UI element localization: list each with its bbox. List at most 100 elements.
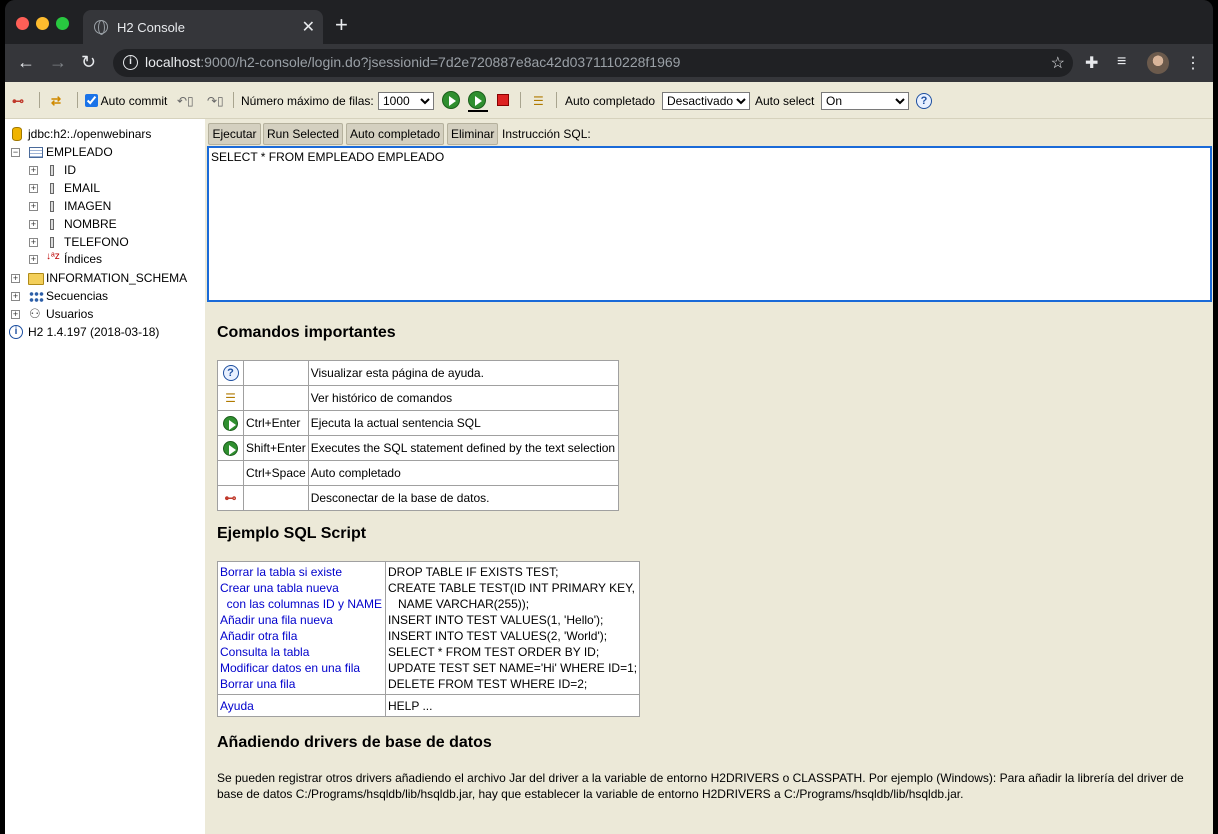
example-link[interactable]: Añadir otra fila: [220, 628, 383, 644]
max-rows-select[interactable]: 1000: [378, 92, 434, 110]
extensions-puzzle-icon[interactable]: ✚: [1085, 53, 1098, 73]
database-icon: [12, 127, 22, 141]
tab-strip: H2 Console ✕ +: [5, 0, 1213, 44]
new-tab-button[interactable]: +: [335, 14, 348, 36]
table-row: ⊷ Desconectar de la base de datos.: [217, 485, 619, 511]
run-button[interactable]: Ejecutar: [208, 123, 261, 145]
toolbar-separator: [233, 92, 234, 108]
menu-kebab-icon[interactable]: ⋮: [1185, 53, 1201, 73]
console-toolbar: ⊷ ⇄ Auto commit ↶▯ ↷▯ Número máximo de f…: [5, 82, 1213, 119]
run-icon[interactable]: [223, 415, 238, 431]
expand-icon[interactable]: +: [29, 166, 38, 175]
help-icon[interactable]: ?: [916, 93, 932, 109]
rollback-icon[interactable]: ↶▯: [177, 91, 194, 111]
column-icon: [50, 201, 54, 212]
collapse-icon[interactable]: −: [11, 148, 20, 157]
info-icon: i: [9, 325, 23, 339]
toolbar-separator: [77, 92, 78, 108]
bookmark-star-icon[interactable]: ☆: [1051, 53, 1065, 73]
example-link[interactable]: Consulta la tabla: [220, 644, 383, 660]
back-arrow-icon[interactable]: ←: [17, 53, 35, 71]
sql-label: Instrucción SQL:: [502, 127, 591, 141]
table-row: Ctrl+Space Auto completado: [217, 460, 619, 486]
site-info-icon[interactable]: i: [123, 55, 138, 70]
globe-icon: [94, 20, 108, 35]
drivers-heading: Añadiendo drivers de base de datos: [217, 734, 492, 751]
history-icon[interactable]: ☰: [533, 91, 544, 111]
autocomplete-select[interactable]: Desactivado: [662, 92, 750, 110]
table-row: ? Visualizar esta página de ayuda.: [217, 360, 619, 386]
expand-icon[interactable]: +: [11, 274, 20, 283]
help-icon[interactable]: ?: [222, 365, 239, 381]
example-link[interactable]: Borrar la tabla si existe: [220, 564, 383, 580]
forward-arrow-icon[interactable]: →: [49, 53, 67, 71]
max-rows-label: Número máximo de filas:: [241, 94, 374, 108]
autocomplete-label: Auto completado: [565, 94, 656, 108]
reload-icon[interactable]: ↻: [81, 53, 96, 71]
autocomplete-select-wrap: Desactivado: [662, 91, 750, 111]
url-text[interactable]: localhost:9000/h2-console/login.do?jsess…: [145, 54, 680, 70]
sql-line: SELECT * FROM TEST ORDER BY ID;: [388, 645, 600, 659]
media-playlist-icon[interactable]: ≡: [1117, 53, 1126, 71]
close-tab-icon[interactable]: ✕: [302, 17, 315, 37]
address-bar[interactable]: i localhost:9000/h2-console/login.do?jse…: [113, 49, 1073, 77]
example-link[interactable]: Borrar una fila: [220, 676, 383, 692]
maximize-window-button[interactable]: [56, 17, 69, 30]
autoselect-select[interactable]: On: [821, 92, 909, 110]
commit-icon[interactable]: ↷▯: [207, 91, 224, 111]
script-heading: Ejemplo SQL Script: [217, 525, 367, 542]
run-selected-icon[interactable]: [468, 91, 488, 112]
clear-button[interactable]: Eliminar: [447, 123, 498, 145]
table-row: Shift+Enter Executes the SQL statement d…: [217, 435, 619, 461]
toolbar-separator: [520, 92, 521, 108]
column-icon: [50, 219, 54, 230]
sql-line: DROP TABLE IF EXISTS TEST;: [388, 565, 559, 579]
example-link[interactable]: Crear una tabla nueva: [220, 580, 383, 596]
run-selected-icon[interactable]: [223, 440, 238, 456]
commands-heading: Comandos importantes: [217, 324, 396, 341]
history-icon[interactable]: ☰: [225, 391, 236, 405]
autoselect-select-wrap: On: [821, 91, 909, 111]
help-link[interactable]: Ayuda: [220, 699, 254, 713]
auto-commit-checkbox[interactable]: [85, 94, 98, 107]
navigation-bar: ← → ↻ i localhost:9000/h2-console/login.…: [5, 44, 1213, 82]
disconnect-icon[interactable]: ⊷: [12, 91, 24, 111]
close-window-button[interactable]: [16, 17, 29, 30]
minimize-window-button[interactable]: [36, 17, 49, 30]
max-rows-select-wrap: 1000: [378, 91, 434, 111]
sequences-icon: [29, 291, 44, 303]
table-row: Ayuda HELP ...: [217, 694, 641, 717]
expand-icon[interactable]: +: [29, 220, 38, 229]
column-icon: [50, 183, 54, 194]
sql-editor[interactable]: SELECT * FROM EMPLEADO EMPLEADO: [207, 146, 1212, 302]
expand-icon[interactable]: +: [11, 292, 20, 301]
sql-line: CREATE TABLE TEST(ID INT PRIMARY KEY,: [388, 581, 635, 595]
expand-icon[interactable]: +: [11, 310, 20, 319]
example-link[interactable]: Modificar datos en una fila: [220, 660, 383, 676]
expand-icon[interactable]: +: [29, 255, 38, 264]
refresh-icon[interactable]: ⇄: [51, 91, 61, 111]
browser-tab[interactable]: H2 Console ✕: [83, 10, 323, 44]
disconnect-icon[interactable]: ⊷: [225, 491, 237, 505]
auto-commit-control[interactable]: Auto commit: [85, 91, 167, 111]
toolbar-separator: [556, 92, 557, 108]
table-row: Ctrl+Enter Ejecuta la actual sentencia S…: [217, 410, 619, 436]
run-selected-button[interactable]: Run Selected: [263, 123, 343, 145]
tab-title: H2 Console: [117, 20, 185, 35]
index-sort-icon: ↓ᵃz: [46, 251, 60, 262]
browser-window: H2 Console ✕ + ← → ↻ i localhost:9000/h2…: [5, 0, 1213, 834]
expand-icon[interactable]: +: [29, 238, 38, 247]
expand-icon[interactable]: +: [29, 184, 38, 193]
example-link[interactable]: Añadir una fila nueva: [220, 612, 383, 628]
expand-icon[interactable]: +: [29, 202, 38, 211]
stop-icon[interactable]: [497, 94, 509, 106]
profile-avatar[interactable]: [1147, 52, 1169, 74]
sql-line: UPDATE TEST SET NAME='Hi' WHERE ID=1;: [388, 661, 638, 675]
example-script-table: Borrar la tabla si existe Crear una tabl…: [217, 561, 641, 717]
run-icon[interactable]: [442, 91, 460, 109]
example-link[interactable]: con las columnas ID y NAME: [220, 596, 383, 612]
column-icon: [50, 165, 54, 176]
autocomplete-button[interactable]: Auto completado: [346, 123, 444, 145]
sql-line: NAME VARCHAR(255));: [388, 597, 530, 611]
schema-tree: jdbc:h2:./openwebinars − EMPLEADO + ID +…: [5, 119, 205, 834]
